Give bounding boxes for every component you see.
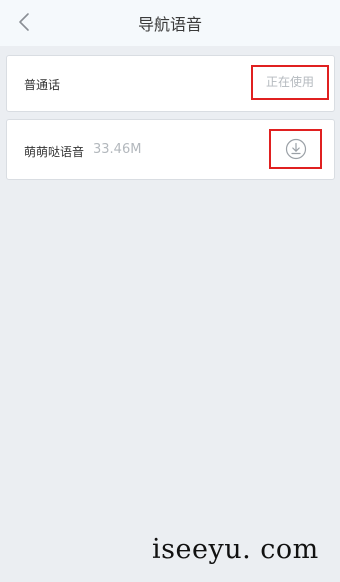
in-use-status: 正在使用: [251, 65, 329, 100]
download-button[interactable]: [269, 129, 322, 169]
voice-name: 萌萌哒语音: [24, 145, 85, 159]
voice-item-cute[interactable]: 萌萌哒语音 33.46M: [6, 119, 335, 180]
page-title: 导航语音: [137, 15, 202, 34]
voice-item-mandarin[interactable]: 普通话 正在使用: [6, 55, 335, 112]
voice-name: 普通话: [24, 78, 61, 92]
voice-size: 33.46M: [93, 142, 142, 157]
navigation-header: 导航语音: [0, 0, 340, 46]
watermark-text: iseeyu. com: [152, 534, 319, 565]
download-icon[interactable]: [285, 138, 307, 160]
